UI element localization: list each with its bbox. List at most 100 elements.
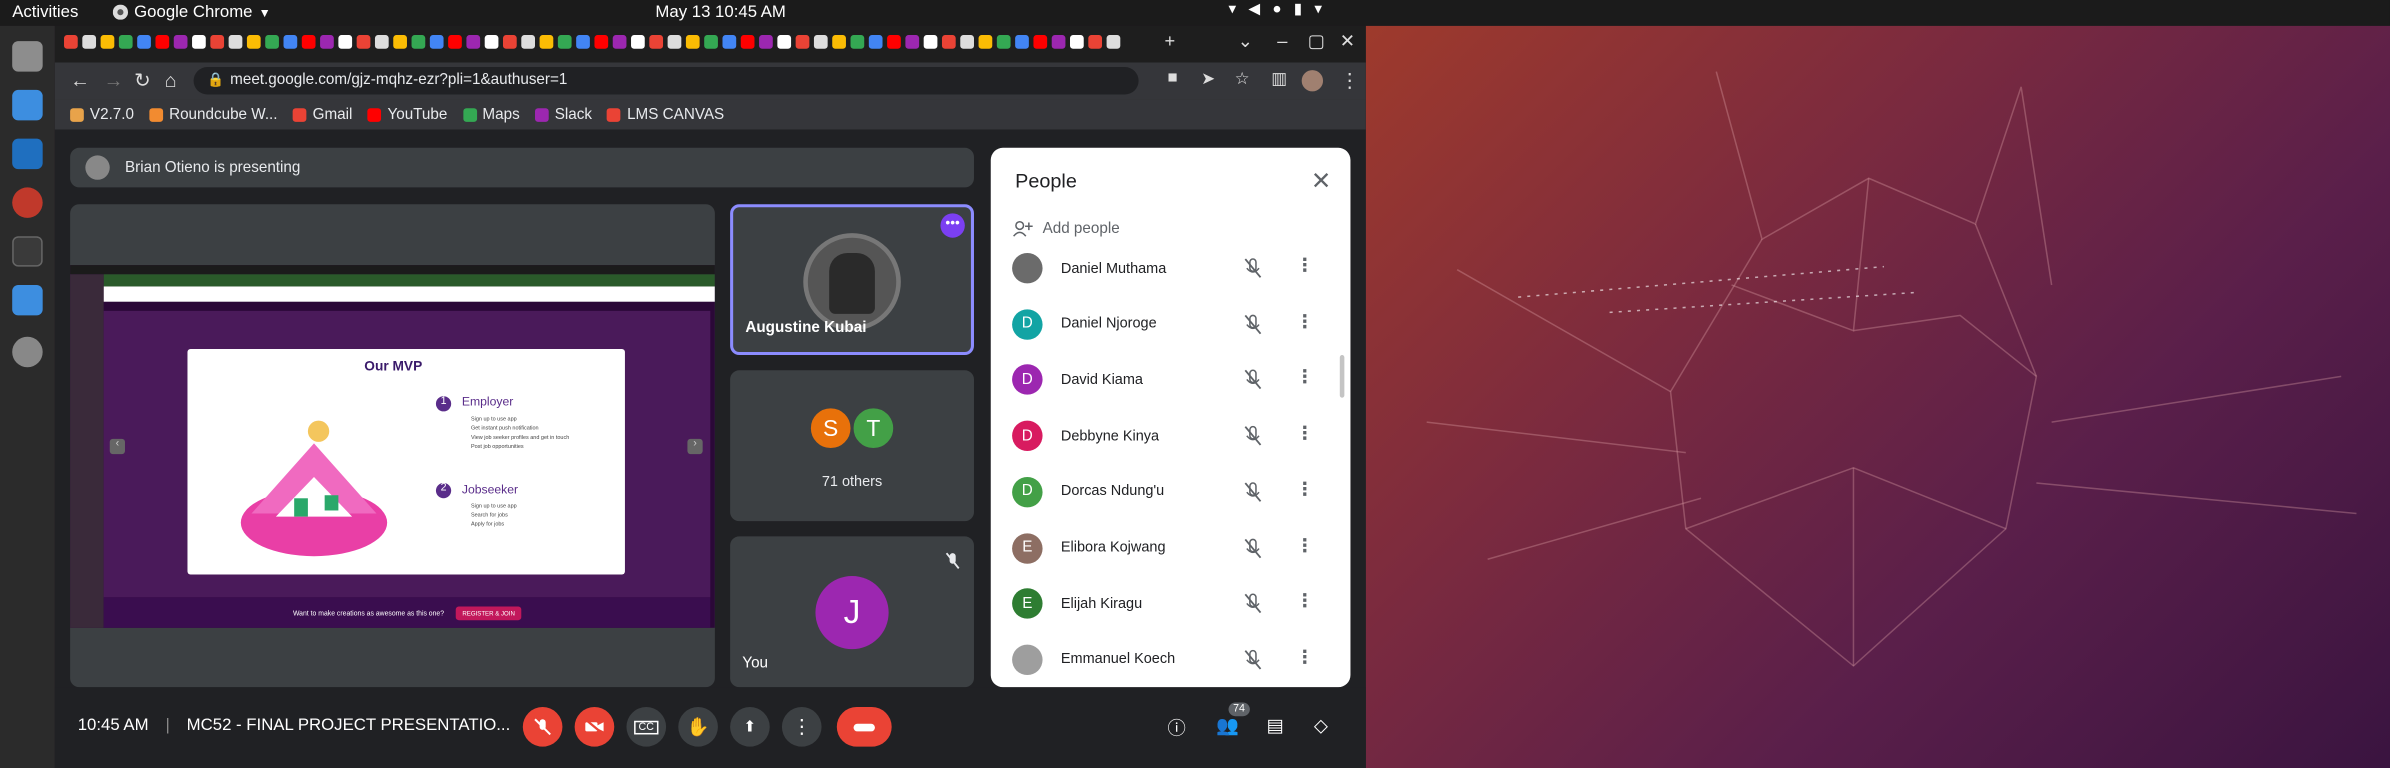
tab-favicon-icon[interactable] — [923, 35, 938, 49]
tab-favicon-icon[interactable] — [82, 35, 97, 49]
bookmark-item[interactable]: Slack — [534, 106, 592, 123]
tab-favicon-icon[interactable] — [667, 35, 682, 49]
menu-icon[interactable]: ⋮ — [1340, 69, 1360, 93]
tab-favicon-icon[interactable] — [777, 35, 792, 49]
tab-favicon-icon[interactable] — [283, 35, 298, 49]
more-options-icon[interactable]: ••• — [940, 213, 965, 238]
tab-favicon-icon[interactable] — [1106, 35, 1121, 49]
tab-favicon-icon[interactable] — [832, 35, 846, 49]
tab-favicon-icon[interactable] — [301, 35, 316, 49]
captions-button[interactable]: CC — [626, 707, 667, 747]
tab-favicon-icon[interactable] — [941, 35, 956, 49]
tab-favicon-icon[interactable] — [320, 35, 334, 49]
raise-hand-button[interactable]: ✋ — [678, 707, 718, 747]
mic-off-icon[interactable] — [1244, 425, 1262, 446]
mic-off-icon[interactable] — [1244, 481, 1262, 502]
sidepanel-icon[interactable]: ▥ — [1271, 69, 1287, 88]
viewer-prev-icon[interactable]: ‹ — [109, 438, 125, 455]
app-menu[interactable]: Google Chrome ▼ — [112, 3, 271, 21]
tab-favicon-icon[interactable] — [557, 35, 572, 49]
tab-favicon-icon[interactable] — [502, 35, 517, 49]
tab-favicon-icon[interactable] — [173, 35, 188, 49]
tab-favicon-icon[interactable] — [118, 35, 133, 49]
tab-favicon-icon[interactable] — [795, 35, 810, 49]
participant-row[interactable]: Emmanuel Koech ⋮ — [1012, 643, 1332, 677]
tab-favicon-icon[interactable] — [960, 35, 974, 49]
home-icon[interactable]: ⌂ — [165, 69, 177, 92]
share-icon[interactable]: ➤ — [1201, 69, 1215, 88]
tab-favicon-icon[interactable] — [1088, 35, 1103, 49]
more-vert-icon[interactable]: ⋮ — [1296, 478, 1314, 499]
mic-off-icon[interactable] — [1244, 369, 1262, 390]
leave-call-button[interactable] — [836, 707, 892, 747]
tab-favicon-icon[interactable] — [576, 35, 590, 49]
tab-favicon-icon[interactable] — [521, 35, 536, 49]
more-vert-icon[interactable]: ⋮ — [1296, 590, 1314, 611]
bookmark-item[interactable]: YouTube — [367, 106, 447, 123]
more-vert-icon[interactable]: ⋮ — [1296, 422, 1314, 443]
vscode-icon[interactable] — [12, 138, 43, 170]
tab-favicon-icon[interactable] — [137, 35, 151, 49]
scrollbar[interactable] — [1339, 355, 1345, 398]
add-people-button[interactable]: Add people — [1012, 219, 1120, 237]
tab-favicon-icon[interactable] — [1070, 35, 1084, 49]
tab-favicon-icon[interactable] — [64, 35, 78, 49]
files-icon[interactable] — [12, 41, 43, 72]
tab-favicon-icon[interactable] — [100, 35, 115, 49]
bookmark-item[interactable]: Roundcube W... — [149, 106, 278, 123]
tab-favicon-icon[interactable] — [192, 35, 206, 49]
tab-favicon-icon[interactable] — [850, 35, 865, 49]
tab-favicon-icon[interactable] — [429, 35, 444, 49]
settings-icon[interactable] — [12, 336, 43, 368]
system-tray[interactable]: ▾ ◀ ● ▮ ▾ — [1229, 2, 1322, 19]
info-icon[interactable]: ⓘ — [1168, 715, 1186, 741]
tab-favicon-icon[interactable] — [338, 35, 353, 49]
tab-favicon-icon[interactable] — [740, 35, 755, 49]
participant-row[interactable]: D Dorcas Ndung'u ⋮ — [1012, 475, 1332, 509]
text-editor-icon[interactable] — [12, 89, 43, 121]
star-icon[interactable]: ☆ — [1235, 69, 1250, 88]
more-vert-icon[interactable]: ⋮ — [1296, 310, 1314, 331]
tab-search-icon[interactable]: ⌄ — [1238, 30, 1253, 51]
tab-favicon-icon[interactable] — [265, 35, 279, 49]
bookmark-item[interactable]: V2.7.0 — [70, 106, 134, 123]
address-bar[interactable]: 🔒 meet.google.com/gjz-mqhz-ezr?pli=1&aut… — [193, 67, 1139, 95]
more-options-button[interactable]: ⋮ — [781, 707, 822, 747]
tab-favicon-icon[interactable] — [484, 35, 499, 49]
activities-icon[interactable]: ◇ — [1314, 715, 1328, 736]
viewer-next-icon[interactable]: › — [687, 438, 703, 455]
close-icon[interactable]: ✕ — [1311, 166, 1331, 196]
camera-toggle-button[interactable] — [574, 707, 615, 747]
tab-favicon-icon[interactable] — [813, 35, 828, 49]
participant-tile-you[interactable]: J You — [730, 536, 974, 688]
footer-button[interactable]: REGISTER & JOIN — [456, 605, 521, 620]
participant-row[interactable]: E Elijah Kiragu ⋮ — [1012, 587, 1332, 621]
tab-favicon-icon[interactable] — [649, 35, 664, 49]
tab-favicon-icon[interactable] — [1051, 35, 1066, 49]
tab-favicon-icon[interactable] — [246, 35, 261, 49]
people-icon[interactable]: 👥 — [1216, 715, 1239, 736]
terminal-icon[interactable] — [12, 236, 43, 267]
tab-favicon-icon[interactable] — [996, 35, 1011, 49]
participant-tile-others[interactable]: S T 71 others — [730, 370, 974, 522]
participant-row[interactable]: D David Kiama ⋮ — [1012, 363, 1332, 397]
forward-icon[interactable]: → — [104, 69, 124, 92]
bookmark-item[interactable]: Maps — [462, 106, 520, 123]
camera-icon[interactable]: ■ — [1168, 69, 1178, 87]
tab-favicon-icon[interactable] — [612, 35, 627, 49]
mic-off-icon[interactable] — [1244, 649, 1262, 670]
close-window-icon[interactable]: ✕ — [1340, 30, 1355, 51]
participant-row[interactable]: D Daniel Njoroge ⋮ — [1012, 307, 1332, 341]
clock[interactable]: May 13 10:45 AM — [655, 3, 785, 21]
maximize-icon[interactable]: ▢ — [1308, 30, 1325, 51]
mic-toggle-button[interactable] — [522, 707, 563, 747]
tab-favicon-icon[interactable] — [228, 35, 243, 49]
tab-favicon-icon[interactable] — [411, 35, 426, 49]
more-vert-icon[interactable]: ⋮ — [1296, 646, 1314, 667]
mic-off-icon[interactable] — [1244, 258, 1262, 279]
tab-favicon-icon[interactable] — [905, 35, 920, 49]
tab-favicon-icon[interactable] — [155, 35, 170, 49]
mic-off-icon[interactable] — [1244, 537, 1262, 558]
chrome-dock-icon[interactable] — [12, 187, 43, 218]
bookmark-item[interactable]: Gmail — [292, 106, 352, 123]
